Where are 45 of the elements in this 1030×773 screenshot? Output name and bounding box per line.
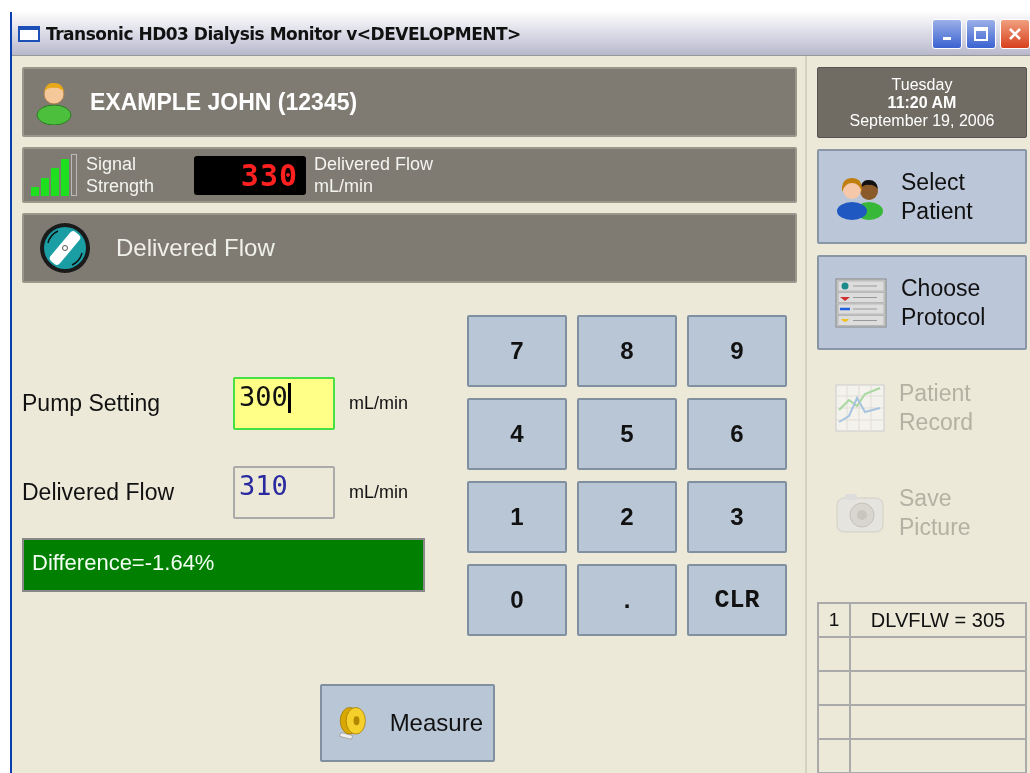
keypad-key[interactable]: 5	[577, 398, 677, 470]
keypad-key[interactable]: 3	[687, 481, 787, 553]
difference-bar: Difference=-1.64%	[22, 538, 425, 592]
unit-label: mL/min	[349, 482, 408, 503]
time-text: 11:20 AM	[887, 93, 957, 112]
keypad-key[interactable]: 6	[687, 398, 787, 470]
maximize-icon	[974, 26, 988, 41]
input-field[interactable]: 300	[233, 377, 335, 430]
window-title: Transonic HD03 Dialysis Monitor v<DEVELOPMENT>	[46, 23, 521, 44]
table-cell-text: DLVFLW = 305	[869, 607, 1007, 633]
unit-label: mL/min	[349, 393, 408, 414]
minimize-icon	[943, 37, 951, 40]
camera-icon	[835, 491, 885, 534]
field-label: Delivered Flow	[22, 479, 176, 506]
action-button[interactable]: Select Patient	[817, 149, 1027, 244]
display-label: Delivered Flow mL/min	[314, 153, 434, 197]
table-cell: 1	[819, 604, 851, 636]
keypad-key[interactable]: 9	[687, 315, 787, 387]
measure-button[interactable]: Measure	[320, 684, 495, 762]
patient-name: EXAMPLE JOHN (12345)	[90, 88, 358, 116]
keypad-key[interactable]: 2	[577, 481, 677, 553]
field-label: Pump Setting	[22, 390, 162, 417]
rotor-icon	[38, 221, 92, 275]
list-icon	[835, 277, 887, 328]
keypad-key[interactable]: CLR	[687, 564, 787, 636]
action-button[interactable]: Choose Protocol	[817, 255, 1027, 350]
keypad-key[interactable]: .	[577, 564, 677, 636]
keypad-key[interactable]: 7	[467, 315, 567, 387]
chart-icon	[835, 383, 885, 432]
keypad-key[interactable]: 0	[467, 564, 567, 636]
signal-strength-icon	[30, 153, 78, 197]
minimize-button[interactable]	[932, 18, 962, 49]
keypad-key[interactable]: 4	[467, 398, 567, 470]
date-text: September 19, 2006	[849, 111, 995, 130]
close-icon	[1008, 26, 1022, 41]
flow-display: 330	[194, 155, 307, 195]
close-button[interactable]	[1000, 18, 1030, 49]
signal-label: Signal Strength	[86, 153, 155, 197]
input-field[interactable]: 310	[233, 466, 335, 519]
window-icon	[18, 25, 40, 42]
keypad-key[interactable]: 1	[467, 481, 567, 553]
keypad-key[interactable]: 8	[577, 315, 677, 387]
day-text: Tuesday	[891, 75, 953, 94]
maximize-button[interactable]	[966, 18, 996, 49]
mode-title: Delivered Flow	[116, 234, 275, 262]
